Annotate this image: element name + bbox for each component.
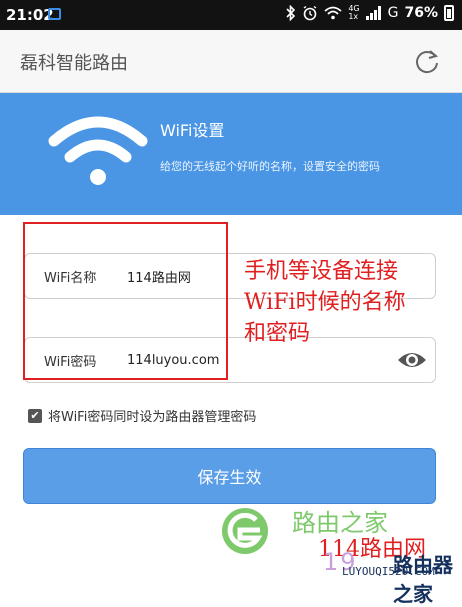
refresh-icon[interactable] — [414, 48, 440, 74]
cell-signal-icon — [365, 6, 381, 20]
wifi-name-field[interactable]: WiFi名称 — [24, 253, 436, 299]
wifi-settings-banner: WiFi设置 给您的无线起个好听的名称，设置安全的密码 — [0, 93, 462, 215]
watermark-logo — [222, 508, 268, 554]
eye-icon[interactable] — [397, 348, 427, 372]
watermark-text: 路由器之家 — [393, 553, 453, 606]
battery-icon — [444, 5, 454, 21]
sync-password-checkbox[interactable]: ✔ — [28, 408, 42, 423]
sync-password-option[interactable]: ✔ 将WiFi密码同时设为路由器管理密码 — [28, 406, 256, 425]
wifi-signal-icon — [324, 6, 342, 20]
save-button[interactable]: 保存生效 — [23, 448, 436, 504]
wifi-name-label: WiFi名称 — [44, 271, 97, 286]
app-title: 磊科智能路由 — [20, 53, 128, 74]
alarm-icon — [303, 5, 317, 21]
status-icons: 4G 1x G 76% — [286, 5, 454, 21]
bluetooth-icon — [286, 5, 296, 21]
wifi-icon — [48, 116, 148, 185]
network-type-bottom: 1x — [348, 12, 359, 21]
wifi-password-label: WiFi密码 — [44, 355, 97, 370]
wifi-password-input[interactable] — [127, 348, 377, 372]
wifi-name-input[interactable] — [127, 264, 377, 288]
banner-title: WiFi设置 — [160, 121, 225, 140]
status-time: 21:02 — [6, 6, 54, 24]
sync-password-label: 将WiFi密码同时设为路由器管理密码 — [48, 410, 257, 425]
app-bar: 磊科智能路由 — [0, 30, 462, 93]
battery-percent: 76% — [404, 5, 438, 21]
banner-subtitle: 给您的无线起个好听的名称，设置安全的密码 — [160, 160, 380, 173]
carrier-label: G — [387, 5, 399, 21]
watermark-text: LUYOUQI520.COM — [342, 565, 435, 578]
status-bar: 21:02 4G 1x G 76% — [0, 0, 462, 30]
screenshot-app-icon — [48, 8, 61, 20]
network-type: 4G 1x — [348, 5, 359, 21]
wifi-password-field[interactable]: WiFi密码 — [24, 337, 436, 383]
